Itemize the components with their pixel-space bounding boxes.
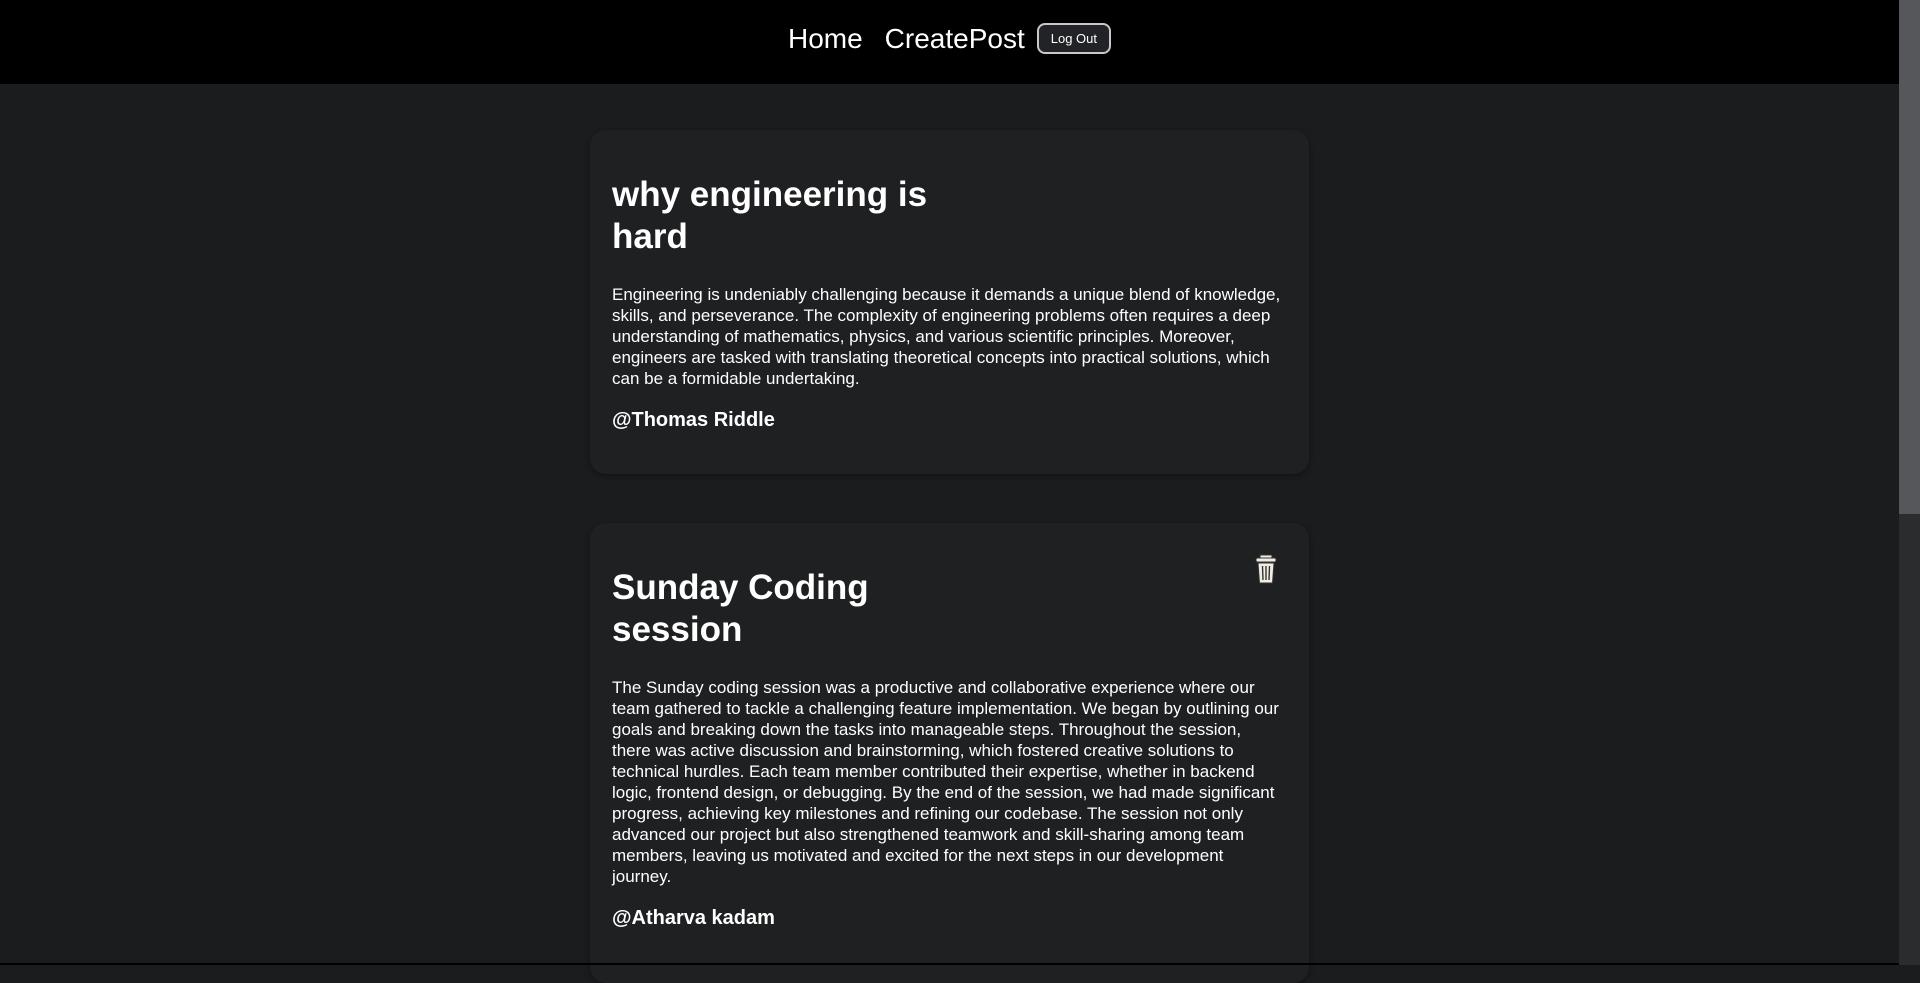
post-card: Sunday Coding session The Sunday coding … [590, 523, 1309, 983]
nav-home-link[interactable]: Home [788, 25, 863, 53]
post-title: why engineering is hard [612, 174, 972, 258]
post-card: why engineering is hard Engineering is u… [590, 130, 1309, 474]
post-author: @Thomas Riddle [612, 409, 1287, 432]
scrollbar-thumb[interactable] [1899, 0, 1920, 514]
page-scrollbar[interactable] [1899, 0, 1920, 965]
post-body: The Sunday coding session was a producti… [612, 677, 1284, 887]
logout-button[interactable]: Log Out [1037, 23, 1111, 54]
post-title: Sunday Coding session [612, 567, 972, 651]
posts-feed: why engineering is hard Engineering is u… [0, 84, 1899, 965]
trash-icon[interactable] [1253, 553, 1279, 585]
nav-create-post-link[interactable]: CreatePost [885, 25, 1025, 53]
post-author: @Atharva kadam [612, 907, 1287, 930]
top-navbar: Home CreatePost Log Out [0, 0, 1899, 84]
post-body: Engineering is undeniably challenging be… [612, 284, 1284, 389]
